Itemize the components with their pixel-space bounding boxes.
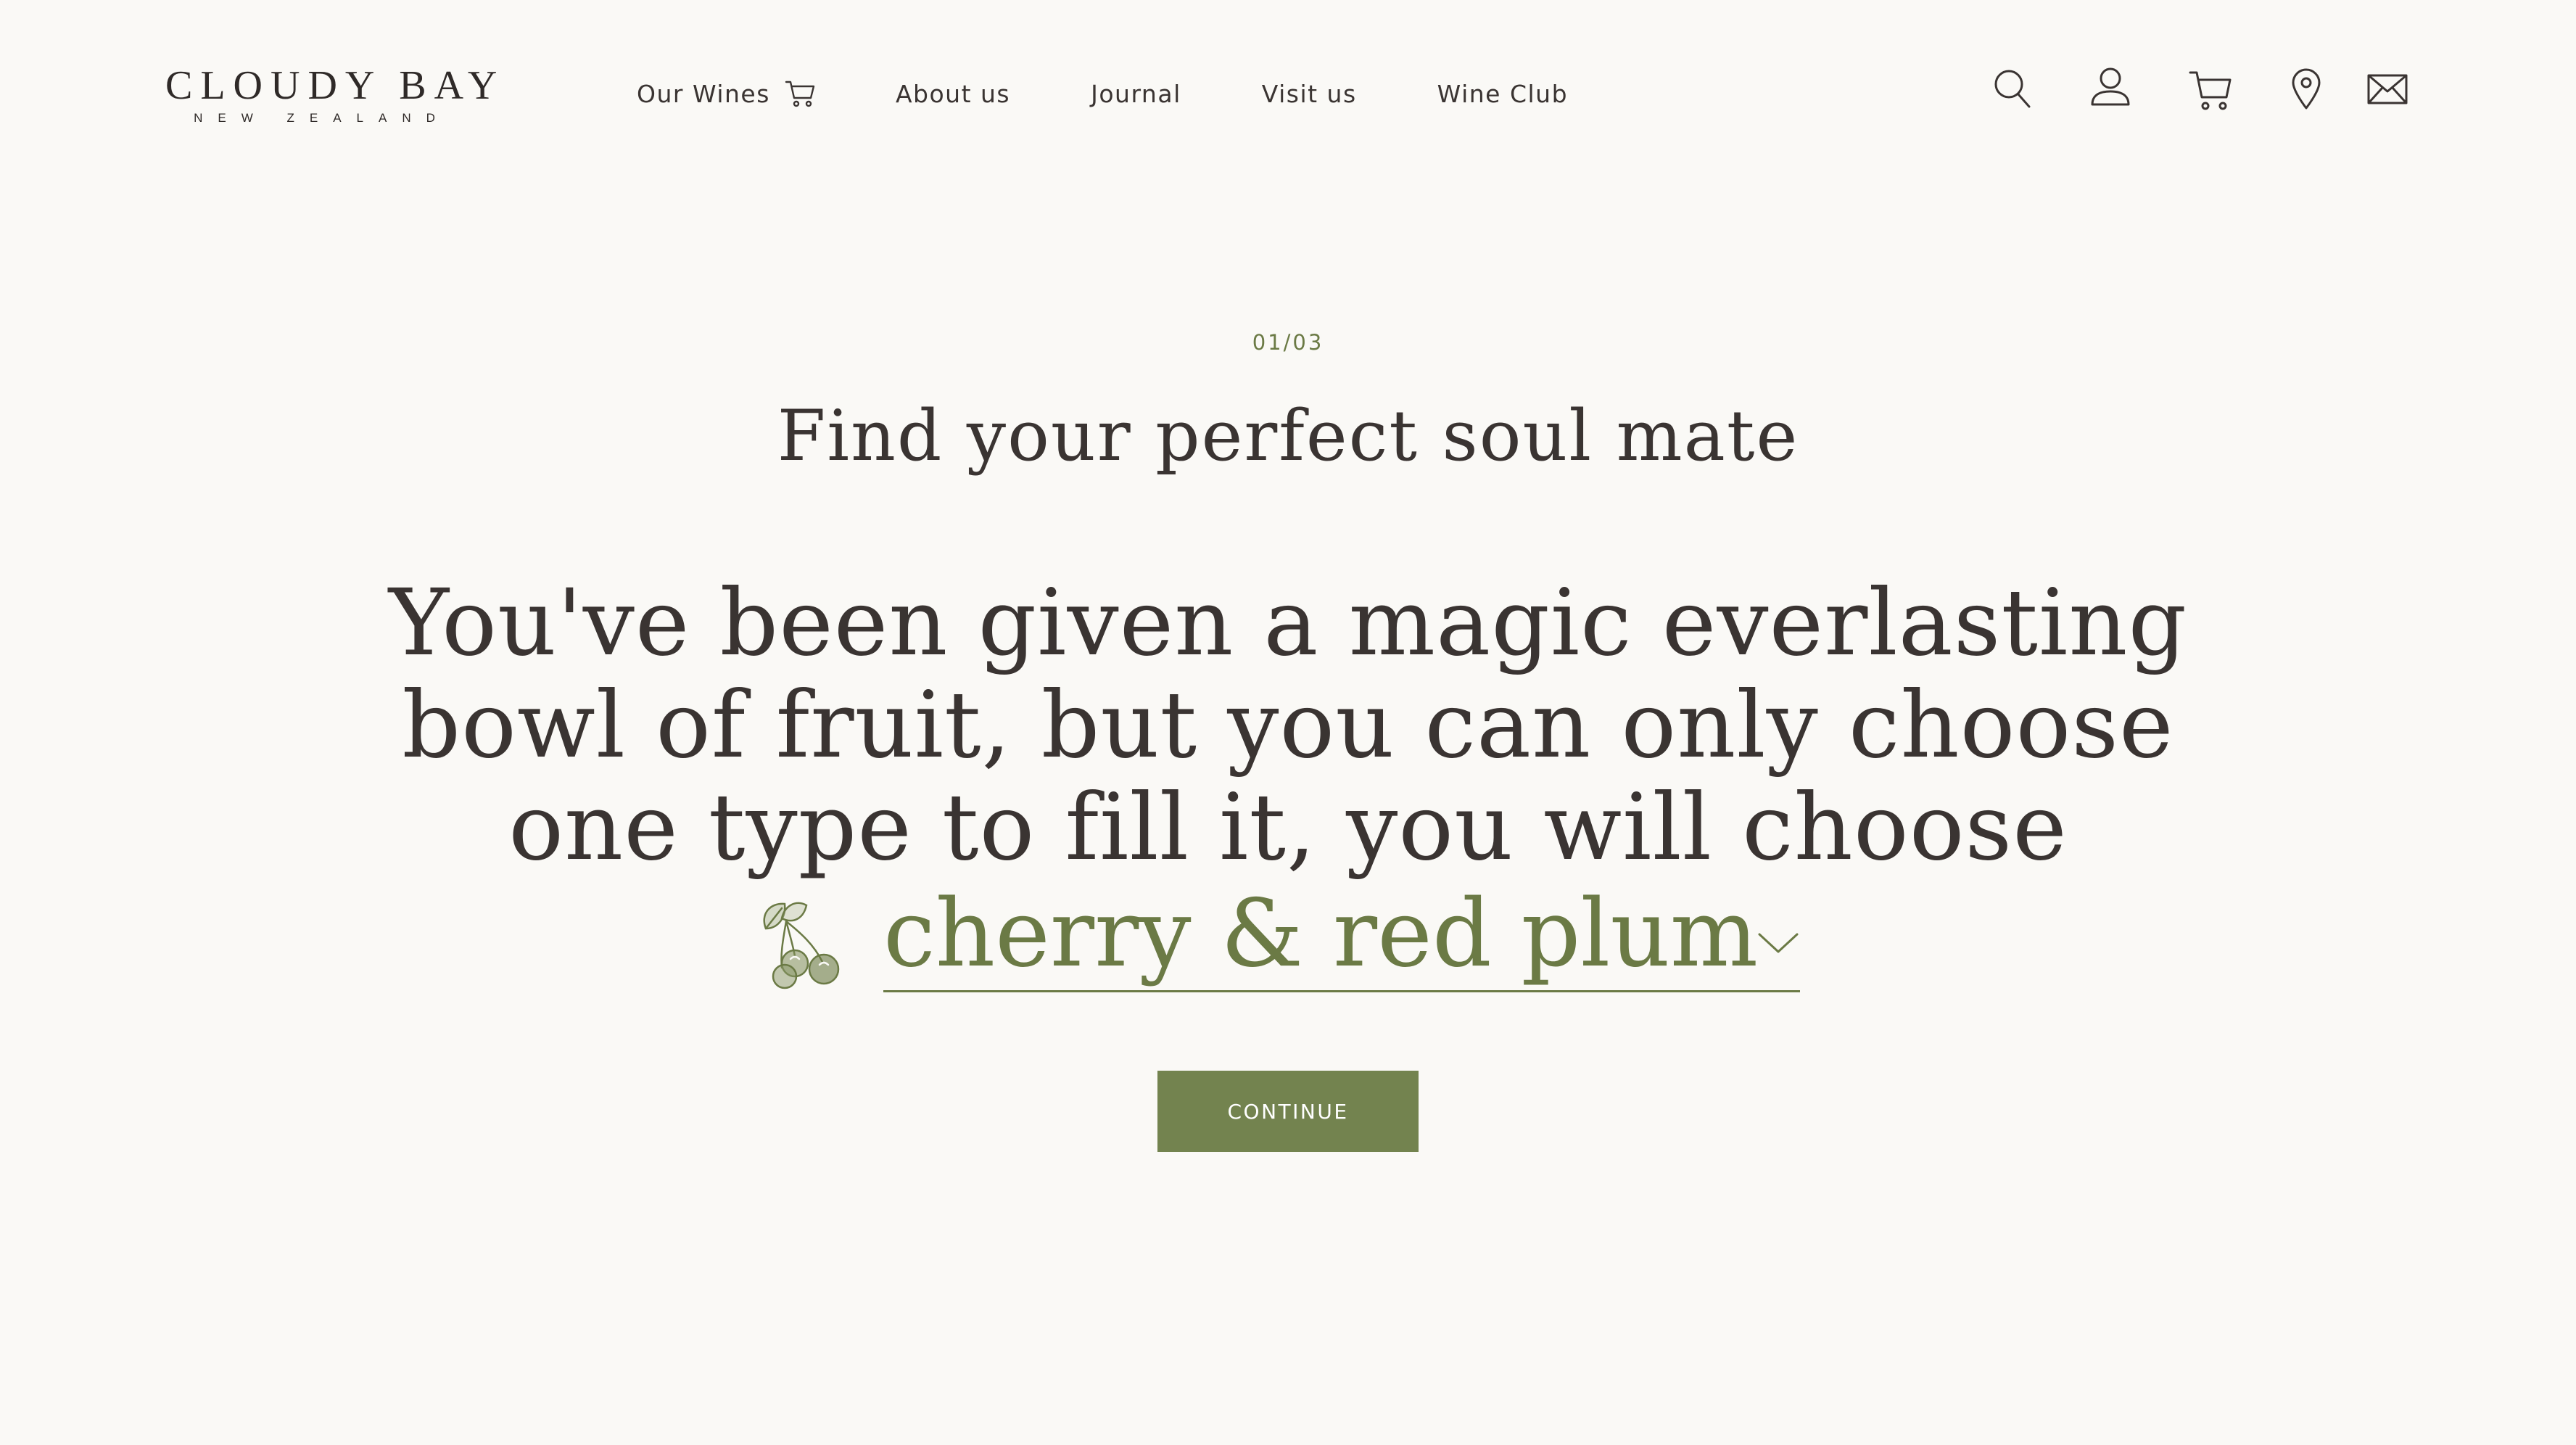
step-counter: 01/03 [1252,330,1324,355]
answer-dropdown[interactable]: cherry & red plum [883,884,1800,992]
location-pin-icon[interactable] [2291,68,2321,110]
search-icon[interactable] [1993,68,2032,110]
account-icon[interactable] [2090,67,2131,109]
chevron-down-icon [1756,929,1800,958]
quiz-question: You've been given a magic everlasting bo… [388,569,2188,881]
continue-button[interactable]: CONTINUE [1157,1071,1419,1152]
mail-icon[interactable] [2367,74,2408,104]
answer-selected-value: cherry & red plum [883,880,1759,988]
quiz-title: Find your perfect soul mate [777,395,1799,477]
utility-nav [0,67,2576,115]
cart-icon[interactable] [2189,70,2232,112]
cherry-icon [753,897,849,992]
answer-row: cherry & red plum [753,884,1800,992]
site-header: CLOUDY BAY NEW ZEALAND Our Wines About u… [0,0,2576,189]
